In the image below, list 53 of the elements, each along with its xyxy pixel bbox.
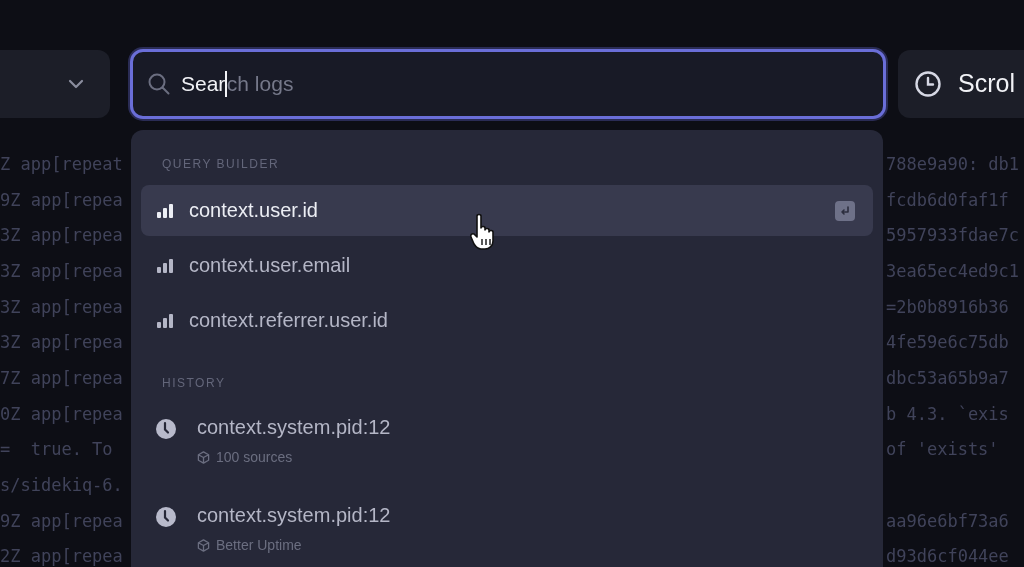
chevron-down-icon (68, 78, 84, 89)
log-text: 4fe59e6c75db (886, 332, 1010, 353)
suggestion-item[interactable]: context.user.email (141, 240, 873, 291)
history-query: context.system.pid:12 (197, 416, 391, 439)
log-text: 3Z app[repea (0, 260, 124, 281)
log-text: Z app[repeat (0, 153, 124, 174)
log-text: of 'exists' (886, 439, 1000, 460)
history-query: context.system.pid:12 (197, 504, 391, 527)
log-text: 5957933fdae7c (886, 225, 1021, 246)
log-text: s/sidekiq-6. (0, 475, 124, 496)
log-text: =2b0b8916b36 (886, 296, 1010, 317)
clock-icon (914, 69, 942, 98)
clock-icon (155, 506, 177, 528)
scroll-button[interactable]: Scrol (898, 49, 1024, 118)
log-text: = true. To (0, 439, 114, 460)
log-text: 788e9a90: db1 (886, 153, 1021, 174)
log-text: 3Z app[repea (0, 296, 124, 317)
suggestion-item[interactable]: context.system.pid:12 100 sources (141, 404, 873, 492)
log-text: b 4.3. `exis (886, 403, 1010, 424)
log-text: d93d6cf044ee (886, 546, 1010, 567)
source-select[interactable] (0, 49, 110, 118)
log-text: 7Z app[repea (0, 367, 124, 388)
cube-icon (197, 538, 210, 552)
field-name: context.user.email (189, 254, 351, 277)
log-text: fcdb6d0faf1f (886, 189, 1010, 210)
field-name: context.referrer.user.id (189, 309, 388, 332)
log-text: dbc53a65b9a7 (886, 367, 1010, 388)
suggestion-item[interactable]: context.system.pid:12 Better Uptime (141, 492, 873, 567)
cube-icon (197, 450, 210, 464)
log-text: 3ea65ec4ed9c1 (886, 260, 1021, 281)
search-field[interactable]: Search logs (130, 48, 886, 119)
source-count: Better Uptime (216, 537, 302, 553)
clock-icon (155, 418, 177, 440)
log-text: 0Z app[repea (0, 403, 124, 424)
field-name: context.user.id (189, 199, 318, 222)
search-text: Sear (181, 71, 226, 96)
suggestion-item[interactable]: context.user.id (141, 185, 873, 236)
bar-chart-icon (157, 203, 175, 218)
search-icon (147, 71, 171, 96)
log-text: 9Z app[repea (0, 189, 124, 210)
enter-key-icon (835, 200, 855, 221)
suggestion-item[interactable]: context.referrer.user.id (141, 295, 873, 346)
log-text: 2Z app[repea (0, 546, 124, 567)
log-text: 9Z app[repea (0, 510, 124, 531)
bar-chart-icon (157, 258, 175, 273)
log-text: 3Z app[repea (0, 332, 124, 353)
log-text: 3Z app[repea (0, 225, 124, 246)
section-heading: QUERY BUILDER (161, 156, 281, 173)
source-count: 100 sources (216, 449, 293, 465)
log-text: aa96e6bf73a6 (886, 510, 1010, 531)
bar-chart-icon (157, 313, 175, 328)
section-heading: HISTORY (161, 375, 227, 392)
search-completion: ch logs (226, 71, 294, 96)
